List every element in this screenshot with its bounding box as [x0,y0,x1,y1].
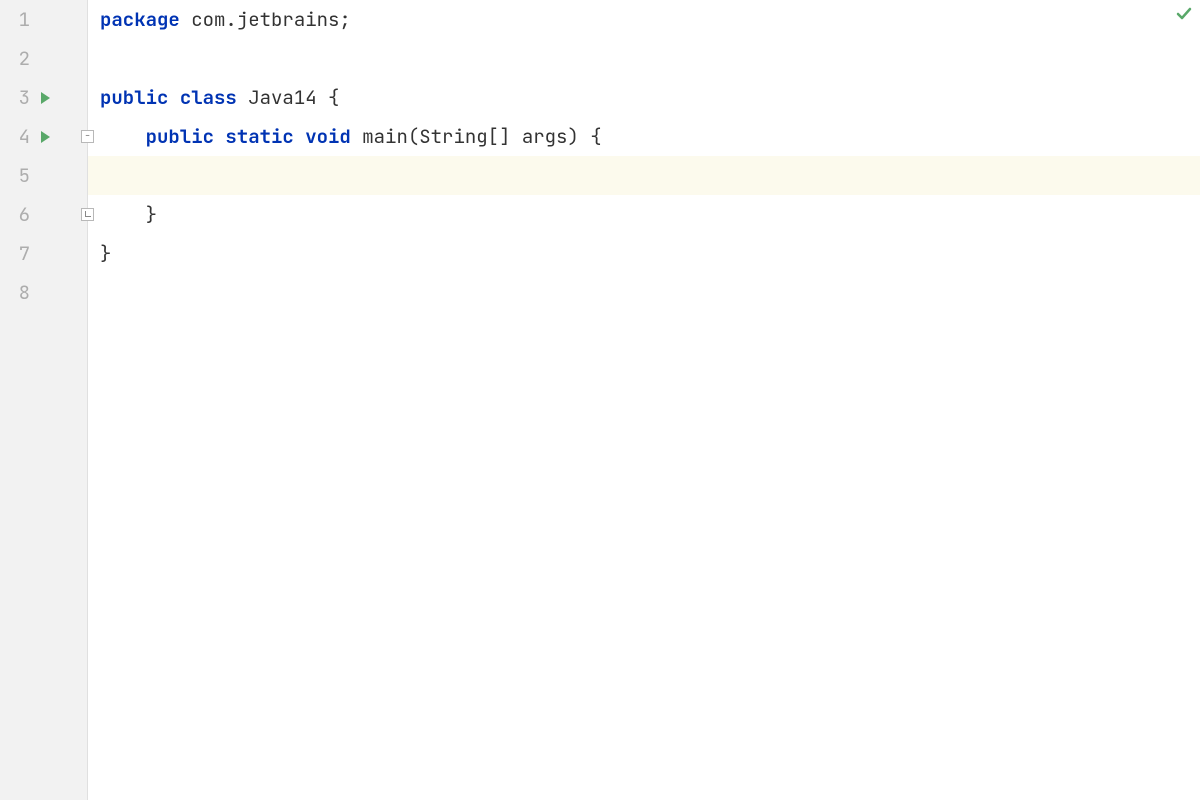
gutter-row: 8 [0,273,87,312]
keyword-package: package [100,7,180,32]
line-number: 7 [0,234,30,273]
keyword-void: void [305,124,351,149]
close-brace: } [146,202,157,227]
line-number: 8 [0,273,30,312]
open-brace: { [328,85,339,110]
code-line[interactable]: public static void main(String[] args) { [88,117,1200,156]
code-line[interactable] [88,273,1200,312]
line-number: 1 [0,0,30,39]
indent [100,124,146,149]
code-line-current[interactable] [88,156,1200,195]
code-editor[interactable]: package com.jetbrains; public class Java… [88,0,1200,800]
editor-gutter: 1 2 3 4 5 6 7 8 [0,0,88,800]
keyword-public: public [100,85,168,110]
gutter-row: 4 [0,117,87,156]
close-brace: } [100,241,111,266]
cursor-line [100,163,191,188]
code-line[interactable]: public class Java14 { [88,78,1200,117]
line-number: 3 [0,78,30,117]
gutter-row: 7 [0,234,87,273]
code-line[interactable] [88,39,1200,78]
line-number: 6 [0,195,30,234]
status-ok-icon[interactable] [1176,6,1192,22]
gutter-row: 3 [0,78,87,117]
code-line[interactable]: package com.jetbrains; [88,0,1200,39]
fold-collapse-icon[interactable] [81,130,94,143]
gutter-row: 6 [0,195,87,234]
keyword-public: public [146,124,214,149]
method-params: (String[] args) [408,124,579,149]
gutter-row: 5 [0,156,87,195]
open-brace: { [590,124,601,149]
indent [100,202,146,227]
line-number: 5 [0,156,30,195]
fold-end-icon[interactable] [81,208,94,221]
run-icon[interactable] [38,130,52,144]
code-line[interactable]: } [88,195,1200,234]
gutter-row: 2 [0,39,87,78]
semicolon: ; [339,7,350,32]
code-line[interactable]: } [88,234,1200,273]
run-icon[interactable] [38,91,52,105]
method-name: main [362,124,408,149]
gutter-row: 1 [0,0,87,39]
line-number: 4 [0,117,30,156]
keyword-static: static [225,124,293,149]
class-name: Java14 [248,85,316,110]
package-name: com.jetbrains [180,7,340,32]
keyword-class: class [180,85,237,110]
line-number: 2 [0,39,30,78]
